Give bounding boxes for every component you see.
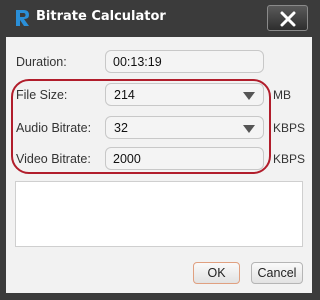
chevron-down-icon (243, 92, 255, 100)
file-size-value: 214 (114, 88, 135, 102)
video-bitrate-label: Video Bitrate: (16, 152, 91, 166)
duration-label: Duration: (16, 55, 67, 69)
audio-bitrate-value: 32 (114, 121, 128, 135)
cancel-button[interactable]: Cancel (251, 262, 303, 284)
close-button[interactable] (267, 5, 308, 31)
duration-field[interactable] (105, 50, 264, 73)
ok-button[interactable]: OK (193, 262, 240, 284)
video-bitrate-field[interactable] (105, 147, 264, 170)
file-size-label: File Size: (16, 88, 68, 102)
chevron-down-icon (243, 125, 255, 133)
video-bitrate-unit: KBPS (273, 152, 306, 166)
file-size-unit: MB (273, 88, 291, 102)
output-textarea[interactable] (15, 181, 303, 247)
audio-bitrate-unit: KBPS (273, 121, 306, 135)
app-logo-icon (16, 10, 29, 26)
file-size-select[interactable]: 214 (105, 83, 264, 106)
close-icon (280, 11, 296, 27)
audio-bitrate-select[interactable]: 32 (105, 116, 264, 139)
bitrate-calculator-dialog: Bitrate Calculator Duration: File Size: … (0, 0, 320, 300)
audio-bitrate-label: Audio Bitrate: (16, 121, 92, 135)
title-bar: Bitrate Calculator (0, 0, 320, 36)
window-title: Bitrate Calculator (36, 9, 166, 24)
